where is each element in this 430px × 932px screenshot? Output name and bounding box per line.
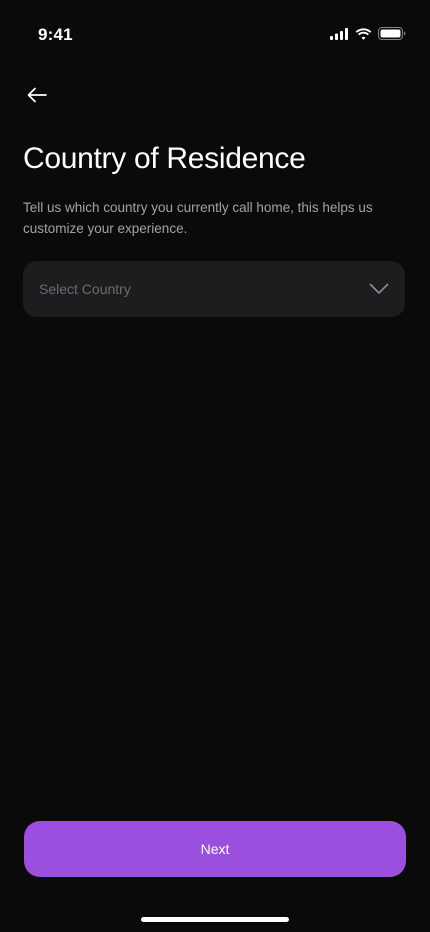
- page-title: Country of Residence: [23, 142, 306, 175]
- status-icons: [330, 27, 406, 45]
- home-indicator: [141, 917, 289, 922]
- next-button[interactable]: Next: [24, 821, 406, 877]
- arrow-left-icon: [27, 87, 47, 108]
- country-select[interactable]: Select Country: [23, 261, 405, 317]
- chevron-down-icon: [369, 282, 389, 296]
- country-select-placeholder: Select Country: [39, 281, 131, 297]
- cellular-signal-icon: [330, 27, 349, 45]
- status-bar: 9:41: [0, 0, 430, 60]
- page-subtitle: Tell us which country you currently call…: [23, 200, 373, 236]
- wifi-icon: [355, 27, 372, 45]
- battery-icon: [378, 27, 406, 45]
- back-button[interactable]: [22, 82, 52, 112]
- status-time: 9:41: [38, 25, 73, 44]
